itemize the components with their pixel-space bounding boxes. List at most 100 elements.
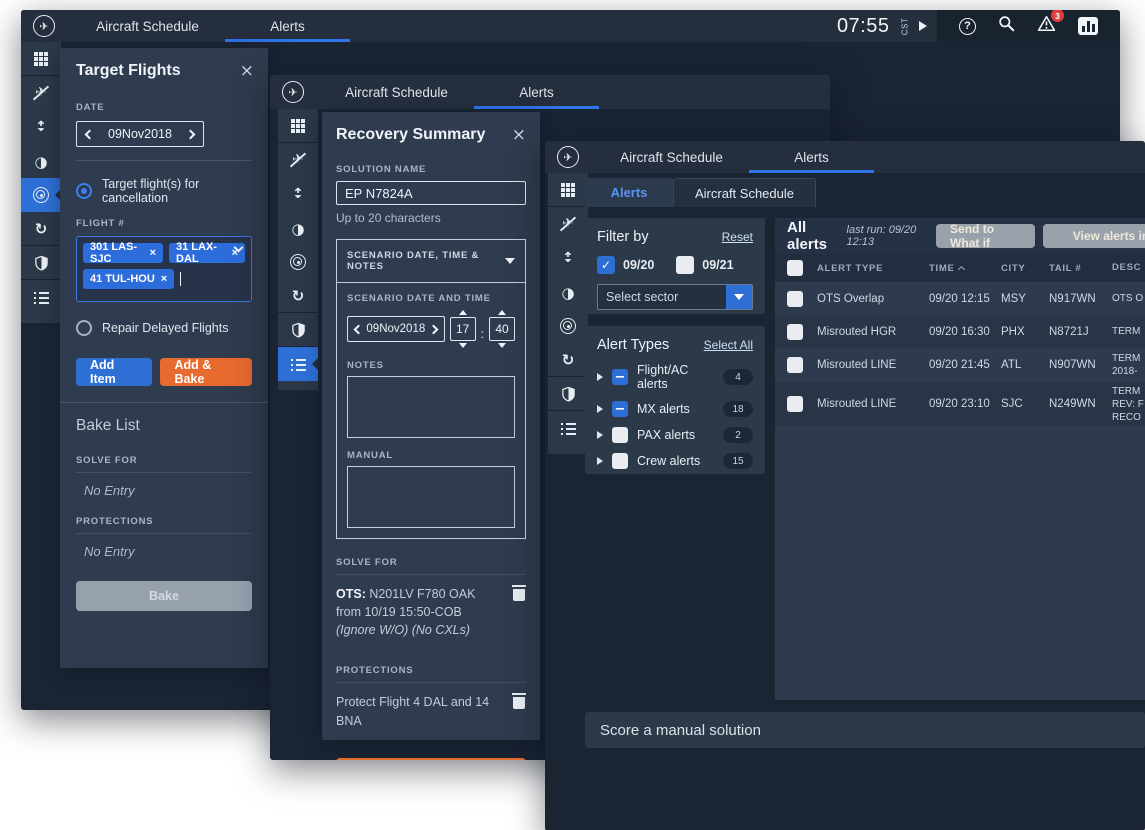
apps-grid-icon[interactable] xyxy=(278,109,318,143)
rotation-icon[interactable] xyxy=(278,211,318,245)
row-checkbox[interactable] xyxy=(787,396,803,412)
bake-list-icon[interactable] xyxy=(548,411,588,445)
table-row[interactable]: Misrouted LINE 09/20 21:45 ATL N907WN TE… xyxy=(775,348,1145,382)
menu-tab-aircraft-schedule[interactable]: Aircraft Schedule xyxy=(70,10,225,42)
delete-icon[interactable] xyxy=(512,693,526,709)
swap-icon[interactable] xyxy=(548,343,588,377)
alerts-bell-icon[interactable]: 3 xyxy=(1037,15,1056,37)
hour-value[interactable]: 17 xyxy=(450,317,476,341)
analytics-icon[interactable] xyxy=(1078,17,1098,35)
select-dropdown-button[interactable] xyxy=(726,285,752,309)
score-manual-solution-bar[interactable]: Score a manual solution xyxy=(585,712,1145,748)
bake-button-disabled[interactable]: Bake xyxy=(76,581,252,611)
checkbox-date-0921-unchecked[interactable] xyxy=(676,256,694,274)
close-icon[interactable] xyxy=(240,62,254,80)
search-icon[interactable] xyxy=(998,15,1015,37)
expand-caret-icon[interactable] xyxy=(597,431,603,439)
table-row[interactable]: Misrouted HGR 09/20 16:30 PHX N8721J TER… xyxy=(775,315,1145,348)
apps-grid-icon[interactable] xyxy=(548,173,588,207)
checkbox-date-0920-checked[interactable] xyxy=(597,256,615,274)
target-flights-icon[interactable] xyxy=(548,309,588,343)
date-value: 09Nov2018 xyxy=(108,127,172,141)
tab-alerts[interactable]: Alerts xyxy=(585,178,673,207)
minute-up-icon[interactable] xyxy=(498,310,506,315)
close-icon[interactable] xyxy=(512,126,526,144)
flight-chip[interactable]: 41 TUL-HOU xyxy=(83,269,174,289)
scenario-datetime-label: SCENARIO DATE AND TIME xyxy=(347,293,515,304)
rotation-icon[interactable] xyxy=(548,275,588,309)
protections-label: PROTECTIONS xyxy=(76,516,252,527)
solution-name-label: SOLUTION NAME xyxy=(336,164,526,175)
expand-caret-icon[interactable] xyxy=(597,457,603,465)
reset-link[interactable]: Reset xyxy=(722,230,753,244)
row-checkbox[interactable] xyxy=(787,357,803,373)
play-icon[interactable] xyxy=(919,21,927,31)
next-date-icon[interactable] xyxy=(186,129,196,139)
expand-caret-icon[interactable] xyxy=(597,373,603,381)
help-icon[interactable]: ? xyxy=(959,18,976,35)
notes-textarea[interactable] xyxy=(347,376,515,438)
minute-value[interactable]: 40 xyxy=(489,317,515,341)
app-logo-gear-icon[interactable] xyxy=(282,81,304,103)
menu-tab-alerts[interactable]: Alerts xyxy=(474,75,599,109)
send-to-whatif-button[interactable]: Send to What if xyxy=(936,224,1035,248)
cancelled-flight-icon[interactable] xyxy=(548,207,588,241)
bake-list-icon[interactable] xyxy=(21,280,61,314)
apps-grid-icon[interactable] xyxy=(21,42,61,76)
checkbox-indeterminate[interactable] xyxy=(612,401,628,417)
view-alerts-in-schedule-button[interactable]: View alerts in sch xyxy=(1043,224,1145,248)
table-row[interactable]: Misrouted LINE 09/20 23:10 SJC N249WN TE… xyxy=(775,382,1145,426)
checkbox-unchecked[interactable] xyxy=(612,453,628,469)
divert-flights-icon[interactable] xyxy=(278,177,318,211)
expand-caret-icon[interactable] xyxy=(597,405,603,413)
row-checkbox[interactable] xyxy=(787,324,803,340)
menu-tab-alerts[interactable]: Alerts xyxy=(225,10,350,42)
bake-button[interactable]: Bake xyxy=(336,758,526,760)
target-flights-icon[interactable] xyxy=(21,178,61,212)
divert-flights-icon[interactable] xyxy=(548,241,588,275)
delete-icon[interactable] xyxy=(512,585,526,601)
target-flights-icon[interactable] xyxy=(278,245,318,279)
radio-target-cancellation[interactable]: Target flight(s) for cancellation xyxy=(76,177,252,205)
tab-aircraft-schedule[interactable]: Aircraft Schedule xyxy=(673,178,816,207)
menu-tab-alerts[interactable]: Alerts xyxy=(749,141,874,173)
cancelled-flight-icon[interactable] xyxy=(278,143,318,177)
hour-up-icon[interactable] xyxy=(459,310,467,315)
shield-icon[interactable] xyxy=(548,377,588,411)
swap-icon[interactable] xyxy=(278,279,318,313)
bake-list-icon[interactable] xyxy=(278,347,318,381)
hour-down-icon[interactable] xyxy=(459,343,467,348)
tool-rail xyxy=(278,109,318,390)
manual-textarea[interactable] xyxy=(347,466,515,528)
flight-chip[interactable]: 301 LAS-SJC xyxy=(83,243,163,263)
select-all-checkbox[interactable] xyxy=(787,260,803,276)
shield-icon[interactable] xyxy=(21,246,61,280)
cancelled-flight-icon[interactable] xyxy=(21,76,61,110)
menu-tab-aircraft-schedule[interactable]: Aircraft Schedule xyxy=(319,75,474,109)
divert-flights-icon[interactable] xyxy=(21,110,61,144)
next-date-icon[interactable] xyxy=(428,324,438,334)
checkbox-indeterminate[interactable] xyxy=(612,369,628,385)
minute-down-icon[interactable] xyxy=(498,343,506,348)
add-item-button[interactable]: Add Item xyxy=(76,358,152,386)
radio-repair-delayed[interactable]: Repair Delayed Flights xyxy=(76,320,252,336)
prev-date-icon[interactable] xyxy=(354,324,364,334)
flight-multiselect[interactable]: 301 LAS-SJC 31 LAX-DAL 41 TUL-HOU xyxy=(76,236,252,302)
prev-date-icon[interactable] xyxy=(85,129,95,139)
row-checkbox[interactable] xyxy=(787,291,803,307)
scenario-accordion-header[interactable]: SCENARIO DATE, TIME & NOTES xyxy=(337,240,525,283)
sort-asc-icon[interactable] xyxy=(957,266,964,273)
table-row[interactable]: OTS Overlap 09/20 12:15 MSY N917WN OTS O xyxy=(775,282,1145,315)
app-logo-gear-icon[interactable] xyxy=(557,146,579,168)
sector-select[interactable]: Select sector xyxy=(597,284,753,310)
checkbox-unchecked[interactable] xyxy=(612,427,628,443)
add-and-bake-button[interactable]: Add & Bake xyxy=(160,358,252,386)
solution-name-input[interactable]: EP N7824A xyxy=(336,181,526,205)
rotation-icon[interactable] xyxy=(21,144,61,178)
menu-tab-aircraft-schedule[interactable]: Aircraft Schedule xyxy=(594,141,749,173)
select-all-link[interactable]: Select All xyxy=(704,338,753,352)
shield-icon[interactable] xyxy=(278,313,318,347)
tool-rail xyxy=(21,42,61,323)
app-logo-gear-icon[interactable] xyxy=(33,15,55,37)
swap-icon[interactable] xyxy=(21,212,61,246)
